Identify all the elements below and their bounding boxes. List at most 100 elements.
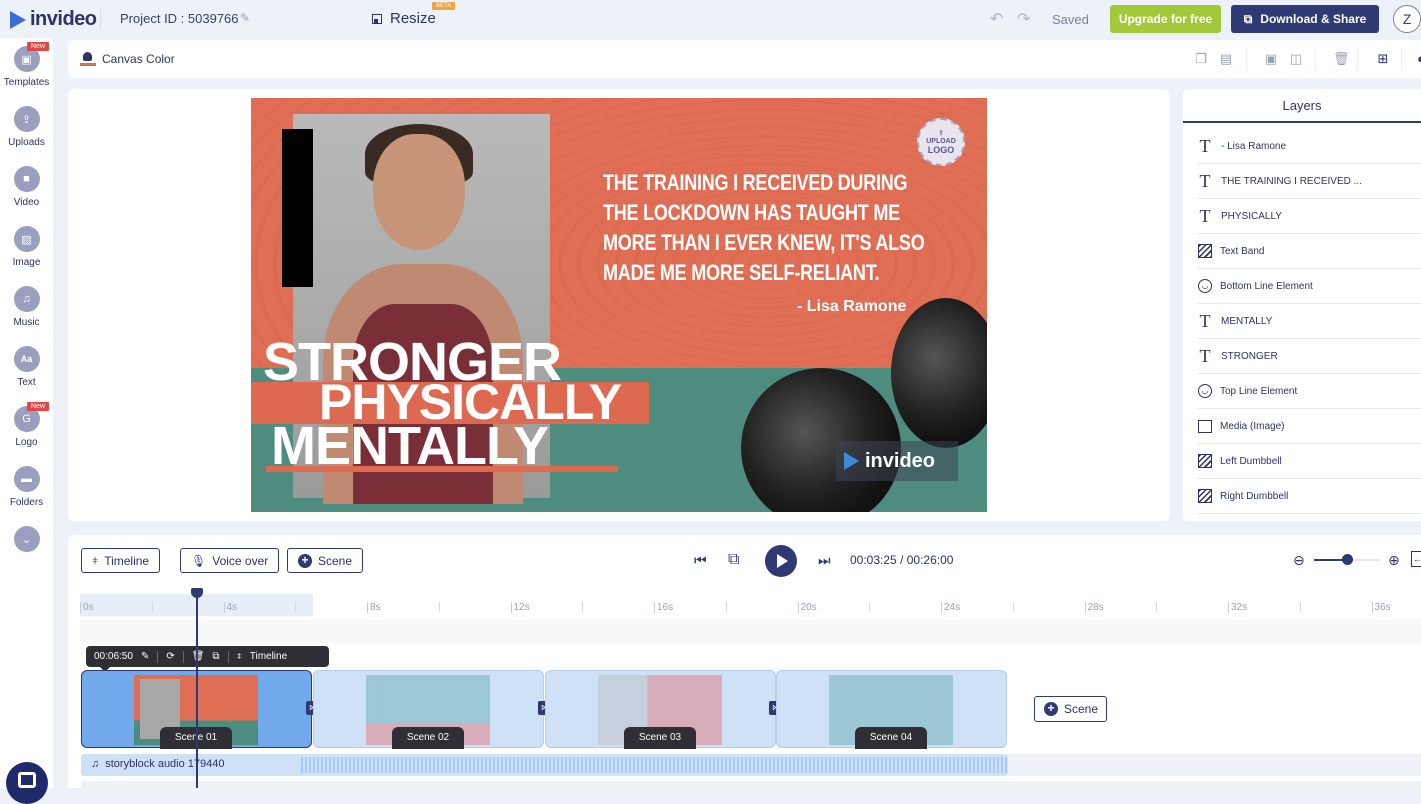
sidebar-item-image[interactable]: ▨ Image [0,226,53,286]
sidebar-label: Image [12,257,41,268]
divider [157,650,159,663]
skip-back-icon[interactable]: ⏮ [694,552,707,569]
quote-text[interactable]: THE TRAINING I RECEIVED DURING THE LOCKD… [603,168,925,288]
author-text[interactable]: - Lisa Ramone [797,298,906,316]
layers-tab[interactable]: Layers [1183,89,1421,123]
paint-bucket-icon [80,50,96,68]
fit-timeline-icon[interactable]: ← [1411,551,1421,567]
paste-icon[interactable]: ▤ [1219,52,1233,66]
ruler-tick-label: 4s [223,602,237,613]
timeline-button[interactable]: ⧧ Timeline [81,548,161,573]
duplicate-scene-icon[interactable]: ⧉ [212,651,219,662]
layer-item[interactable]: T - Lisa Ramone [1197,129,1421,164]
zoom-out-icon[interactable]: ⊖ [1293,552,1305,569]
divider [1357,48,1358,70]
layer-item[interactable]: Left Dumbbell [1197,444,1421,479]
play-button[interactable] [765,545,797,577]
shape-layer-icon [1198,244,1212,258]
brand-name: invideo [30,8,97,30]
total-time: 00:26:00 [906,553,954,567]
layer-item[interactable]: Media (Image) [1197,409,1421,444]
skip-forward-icon[interactable]: ⏭ [818,552,831,569]
bring-forward-icon[interactable]: ❐ [1194,52,1208,66]
voice-over-button[interactable]: 🎙 Voice over [180,548,280,573]
undo-icon[interactable]: ↶ [990,9,1003,29]
canvas-toolbar: Canvas Color ❐ ▤ ▣ ◫ 🗑 ⊞ ● [68,40,1421,78]
timeline-icon: ⧧ [92,553,99,567]
external-link-icon: ⧉ [1243,11,1253,26]
resize-button[interactable]: Resize [372,10,436,27]
layer-item[interactable]: ◡ Bottom Line Element [1197,269,1421,304]
layer-item[interactable]: Text Band [1197,234,1421,269]
grid-icon[interactable]: ⊞ [1376,52,1390,66]
redo-icon[interactable]: ↷ [1017,9,1030,29]
layer-item[interactable]: T MENTALLY [1197,304,1421,339]
invideo-logo[interactable]: invideo [10,8,97,31]
playhead[interactable] [191,588,203,788]
sticker-layer-icon: ◡ [1198,279,1212,293]
layer-item[interactable]: T STRONGER [1197,339,1421,374]
ruler-minor-tick [151,602,153,612]
sidebar-item-uploads[interactable]: ⇪ Uploads [0,106,53,166]
scene-speed-icon[interactable]: ⟳ [166,651,174,662]
scene-timeline-label[interactable]: Timeline [250,651,287,662]
layer-label: - Lisa Ramone [1221,140,1287,152]
sidebar-item-music[interactable]: ♫ Music [0,286,53,346]
top-line-element[interactable] [282,129,313,287]
time-ruler[interactable]: 0s 4s 8s 12s 16s 20s 24s 28s 32s 36s [80,594,1421,616]
bottom-line-element[interactable] [266,466,618,472]
upload-icon: ⇪ [938,130,944,137]
zoom-in-icon[interactable]: ⊕ [1388,552,1400,569]
upload-logo-placeholder[interactable]: ⇪ UPLOAD LOGO [917,118,965,166]
sidebar-item-folders[interactable]: ▬ Folders [0,466,53,526]
audio-track-label: ♫ storyblock audio 179440 [91,758,225,770]
timeline-icon[interactable]: ⧧ [237,651,242,662]
new-badge: New [27,42,50,51]
sidebar-item-text[interactable]: Aa Text [0,346,53,406]
upgrade-button[interactable]: Upgrade for free [1110,5,1221,33]
sidebar-more-button[interactable]: ⌄ [0,526,53,586]
trash-icon[interactable]: 🗑 [1333,52,1350,66]
sidebar-label: Text [17,377,36,388]
audio-track-name: storyblock audio 179440 [105,758,225,770]
zoom-slider-knob[interactable] [1342,554,1353,565]
layer-item[interactable]: T THE TRAINING I RECEIVED ... [1197,164,1421,199]
design-canvas[interactable]: ⇪ UPLOAD LOGO THE TRAINING I RECEIVED DU… [251,98,987,512]
invideo-logo-icon [10,10,26,29]
sidebar-item-logo[interactable]: G New Logo [0,402,53,466]
sticker-layer-icon: ◡ [1198,384,1212,398]
layer-item[interactable]: ◡ Top Line Element [1197,374,1421,409]
sidebar-item-video[interactable]: ■ Video [0,166,53,226]
ruler-minor-tick [582,602,584,612]
download-share-button[interactable]: ⧉ Download & Share [1231,5,1379,33]
info-icon[interactable]: ● [1414,52,1421,66]
layer-item[interactable]: Right Dumbbell [1197,479,1421,514]
plus-circle-icon: + [298,553,312,568]
person-head [373,134,465,250]
layer-item[interactable]: T PHYSICALLY [1197,199,1421,234]
edit-duration-icon[interactable]: ✎ [141,651,149,662]
group-icon[interactable]: ▣ [1264,52,1278,66]
scene-toolbar: 00:06:50 ✎ ⟳ 🗑 ⧉ ⧧ Timeline [86,646,329,672]
scene-clip[interactable]: Scene 03 [545,670,776,749]
ruler-minor-tick [438,602,440,612]
folder-icon: ▬ [13,466,40,492]
scene-clip[interactable]: Scene 02 [313,670,544,749]
ruler-minor-tick [1299,602,1301,612]
empty-track [81,781,1421,791]
preview-scene-icon[interactable]: ⧉ [728,551,739,569]
user-avatar[interactable]: Z [1393,5,1421,33]
quote-line: THE TRAINING I RECEIVED DURING [603,170,908,195]
delete-scene-icon[interactable]: 🗑 [192,651,205,662]
layer-label: Right Dumbbell [1220,490,1289,502]
scene-clip[interactable]: Scene 04 [776,670,1007,749]
ungroup-icon[interactable]: ◫ [1289,52,1303,66]
edit-project-pencil-icon[interactable]: ✎ [240,11,250,25]
sidebar-item-templates[interactable]: ▣ New Templates [0,42,53,106]
add-scene-button[interactable]: + Scene [1034,696,1107,722]
help-chat-button[interactable] [6,762,48,804]
audio-track[interactable]: ♫ storyblock audio 179440 [81,754,1008,776]
zoom-slider[interactable] [1314,554,1380,565]
add-scene-toolbar-button[interactable]: + Scene [287,548,364,573]
canvas-color-button[interactable]: Canvas Color [80,50,175,68]
